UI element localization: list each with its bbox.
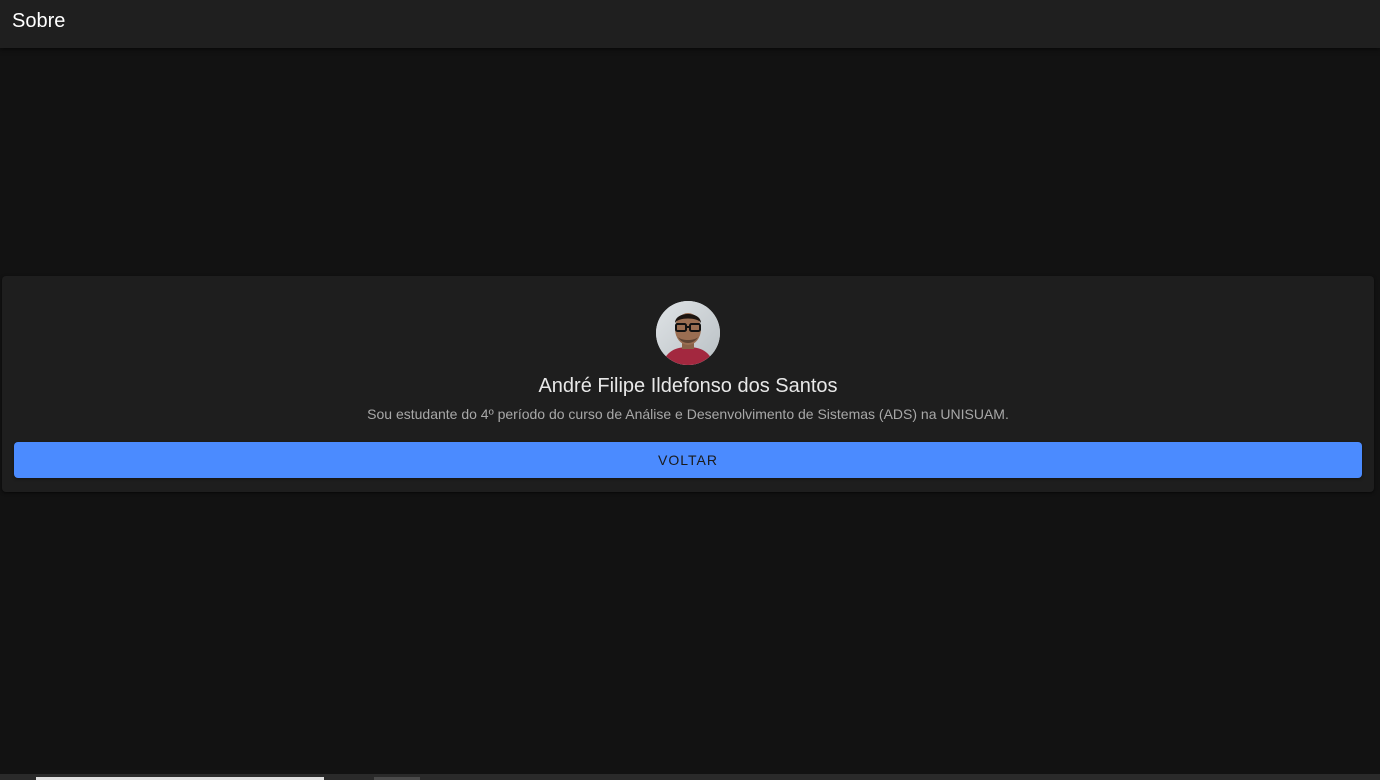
avatar: [656, 301, 720, 365]
back-button[interactable]: VOLTAR: [14, 442, 1362, 478]
horizontal-scrollbar[interactable]: [0, 774, 1380, 780]
profile-card: André Filipe Ildefonso dos Santos Sou es…: [2, 276, 1374, 492]
top-app-bar: Sobre: [0, 0, 1380, 48]
profile-description: Sou estudante do 4º período do curso de …: [367, 406, 1009, 422]
page-title: Sobre: [12, 10, 66, 32]
person-photo-avatar-icon: [656, 301, 720, 365]
profile-name: André Filipe Ildefonso dos Santos: [538, 375, 838, 397]
